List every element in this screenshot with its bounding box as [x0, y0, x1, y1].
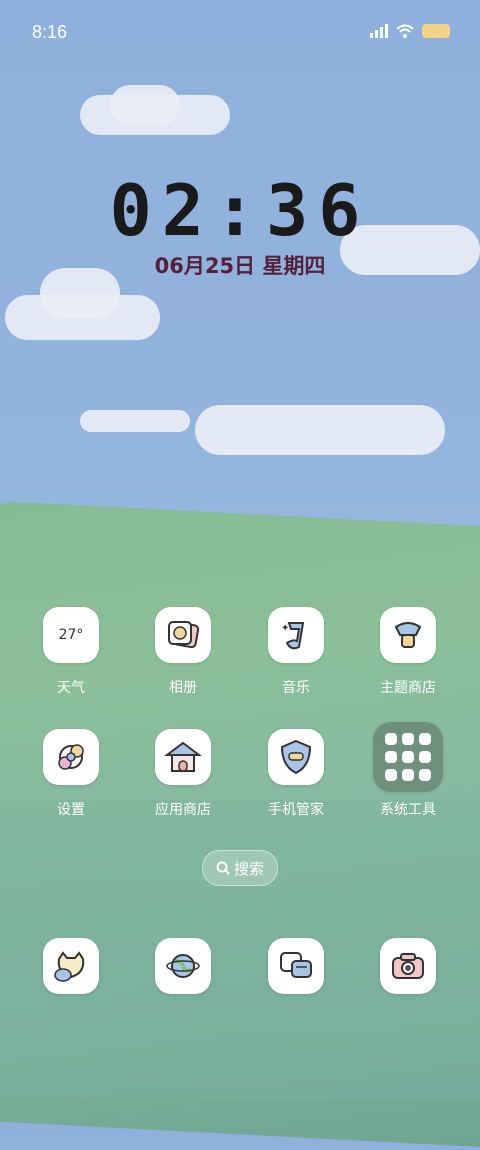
app-label: 系统工具: [380, 802, 436, 818]
app-label: 天气: [57, 680, 85, 696]
app-label: 手机管家: [268, 802, 324, 818]
weather-icon: 27°: [43, 607, 99, 663]
folder-system-tools[interactable]: 系统工具: [352, 722, 464, 819]
phone-manager-icon: [268, 729, 324, 785]
folder-app-icon: [419, 732, 431, 745]
folder-app-icon: [419, 750, 431, 763]
folder-app-icon: [419, 769, 431, 782]
messages-icon: [268, 938, 324, 994]
app-label: 相册: [169, 680, 197, 696]
theme-store-icon: [380, 607, 436, 663]
cat-chat-icon: [43, 938, 99, 994]
svg-text:✦: ✦: [281, 623, 289, 634]
app-label: 音乐: [282, 680, 310, 696]
dock-app-browser[interactable]: [127, 938, 239, 994]
app-app-store[interactable]: 应用商店: [127, 729, 239, 819]
dock-app-cat[interactable]: [15, 938, 127, 994]
app-phone-manager[interactable]: 手机管家: [240, 729, 352, 819]
music-icon: ✦: [268, 607, 324, 663]
search-icon: [216, 861, 230, 875]
camera-icon: [380, 938, 436, 994]
search-label: 搜索: [233, 859, 264, 878]
search-button[interactable]: 搜索: [202, 850, 278, 886]
cloud: [195, 405, 445, 455]
battery-icon: [422, 24, 450, 38]
status-bar: 8:16: [0, 0, 480, 68]
app-label: 应用商店: [155, 802, 211, 818]
settings-icon: [43, 729, 99, 785]
clock-time[interactable]: 02:36: [0, 170, 480, 252]
app-settings[interactable]: 设置: [15, 729, 127, 819]
app-store-icon: [155, 729, 211, 785]
weather-temp: 27°: [58, 627, 84, 643]
status-icons: [370, 24, 450, 38]
dock-app-camera[interactable]: [352, 938, 464, 994]
app-label: 设置: [57, 802, 85, 818]
app-weather[interactable]: 27° 天气: [15, 607, 127, 697]
cloud: [110, 85, 180, 125]
folder-app-icon: [385, 732, 397, 745]
folder-app-icon: [402, 769, 414, 782]
folder-app-icon: [402, 732, 414, 745]
system-tools-folder-icon: [373, 722, 443, 792]
app-music[interactable]: ✦ 音乐: [240, 607, 352, 697]
album-icon: [155, 607, 211, 663]
cloud: [80, 410, 190, 432]
clock-date: 06月25日 星期四: [154, 254, 326, 278]
folder-app-icon: [385, 750, 397, 763]
wifi-icon: [396, 24, 414, 38]
folder-app-icon: [402, 750, 414, 763]
status-time: 8:16: [32, 22, 68, 42]
folder-app-icon: [385, 769, 397, 782]
app-album[interactable]: 相册: [127, 607, 239, 697]
app-label: 主题商店: [380, 680, 436, 696]
signal-icon: [370, 24, 388, 38]
dock-app-messages[interactable]: [240, 938, 352, 994]
browser-globe-icon: [155, 938, 211, 994]
app-theme-store[interactable]: 主题商店: [352, 607, 464, 697]
